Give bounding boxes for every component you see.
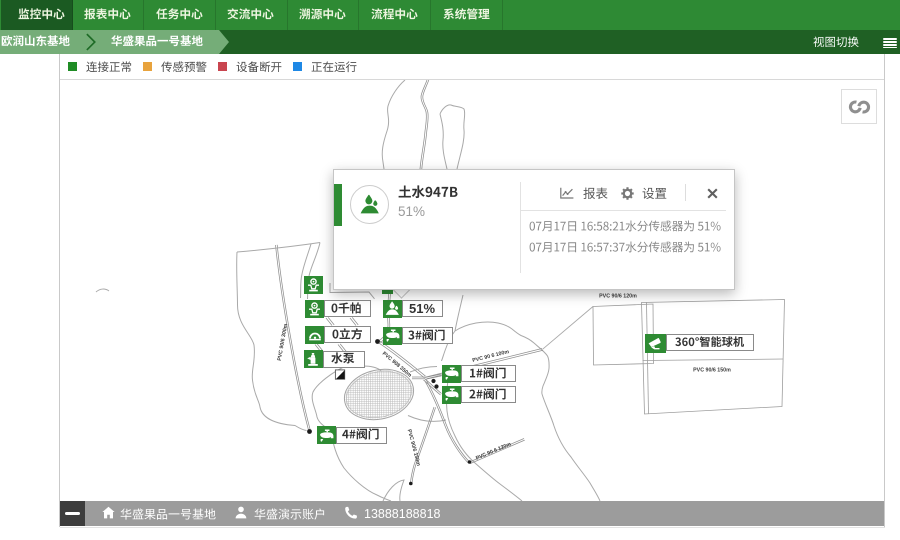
svg-text:PVC 90 6 120m: PVC 90 6 120m (475, 441, 512, 461)
svg-text:PVC 90/6 300m: PVC 90/6 300m (277, 323, 290, 361)
svg-text:PVC 90/6 150m: PVC 90/6 150m (406, 429, 422, 467)
svg-text:PVC 90/6 120m: PVC 90/6 120m (599, 293, 637, 299)
svg-text:PVC 90 6 100m: PVC 90 6 100m (472, 349, 510, 364)
svg-text:PVC 90/6 150m: PVC 90/6 150m (693, 367, 731, 373)
